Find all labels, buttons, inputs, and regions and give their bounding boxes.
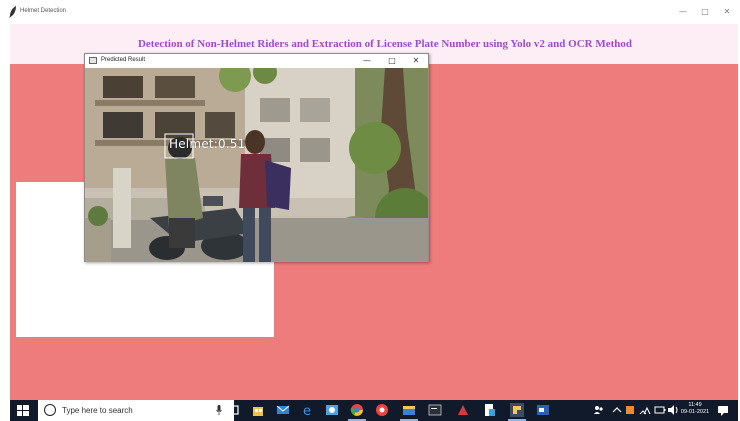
mail-icon[interactable]: [276, 403, 290, 417]
media-icon[interactable]: [375, 403, 389, 417]
photos-icon[interactable]: [325, 403, 339, 417]
desktop-screen: Helmet Detection — □ ✕ Detection of Non-…: [0, 0, 740, 421]
taskbar-search-box[interactable]: Type here to search: [38, 400, 234, 421]
popup-close-button[interactable]: ✕: [407, 55, 425, 67]
task-view-icon[interactable]: [226, 403, 240, 417]
popup-titlebar: Predicted Result — □ ✕: [85, 54, 428, 68]
notification-icon[interactable]: [716, 403, 730, 417]
edge-icon[interactable]: e: [300, 403, 314, 417]
detection-label: Helmet:0.51: [169, 137, 246, 151]
chevron-up-icon[interactable]: [610, 403, 624, 417]
cortana-circle-icon: [44, 404, 56, 416]
search-placeholder: Type here to search: [62, 406, 133, 415]
terminal-icon[interactable]: [428, 403, 442, 417]
battery-icon[interactable]: [653, 403, 667, 417]
popup-maximize-button[interactable]: □: [383, 55, 401, 67]
files-icon[interactable]: [402, 403, 416, 417]
clock[interactable]: 11:49 09-01-2021: [678, 402, 712, 416]
taskbar: Type here to search e 11:49 09-01-2021: [10, 400, 738, 421]
svg-text:e: e: [303, 404, 311, 417]
app-title: Helmet Detection: [20, 8, 67, 14]
python-icon[interactable]: [510, 403, 524, 417]
people-icon[interactable]: [592, 403, 606, 417]
minimize-button[interactable]: —: [676, 6, 690, 18]
predicted-result-window: Predicted Result — □ ✕ Helmet:0.51: [84, 53, 429, 262]
chrome-icon[interactable]: [350, 403, 364, 417]
app-titlebar: Helmet Detection — □ ✕: [0, 0, 740, 24]
close-button[interactable]: ✕: [720, 6, 734, 18]
microphone-icon[interactable]: [216, 405, 222, 415]
clock-date: 09-01-2021: [680, 409, 710, 415]
feather-icon: [9, 6, 16, 18]
street-scene-image: [85, 68, 428, 262]
popup-minimize-button[interactable]: —: [358, 55, 376, 67]
store-icon[interactable]: [251, 403, 265, 417]
page-title: Detection of Non-Helmet Riders and Extra…: [137, 38, 633, 50]
word-icon[interactable]: [536, 403, 550, 417]
maximize-button[interactable]: □: [698, 6, 712, 18]
tray-app-icon[interactable]: [623, 403, 637, 417]
network-icon[interactable]: [638, 403, 652, 417]
docs-icon[interactable]: [482, 403, 496, 417]
app-icon[interactable]: [456, 403, 470, 417]
popup-title: Predicted Result: [101, 57, 146, 63]
window-icon: [89, 57, 97, 64]
detection-result-image: Helmet:0.51: [85, 68, 428, 262]
clock-time: 11:49: [688, 402, 702, 408]
windows-start-icon[interactable]: [10, 400, 36, 421]
